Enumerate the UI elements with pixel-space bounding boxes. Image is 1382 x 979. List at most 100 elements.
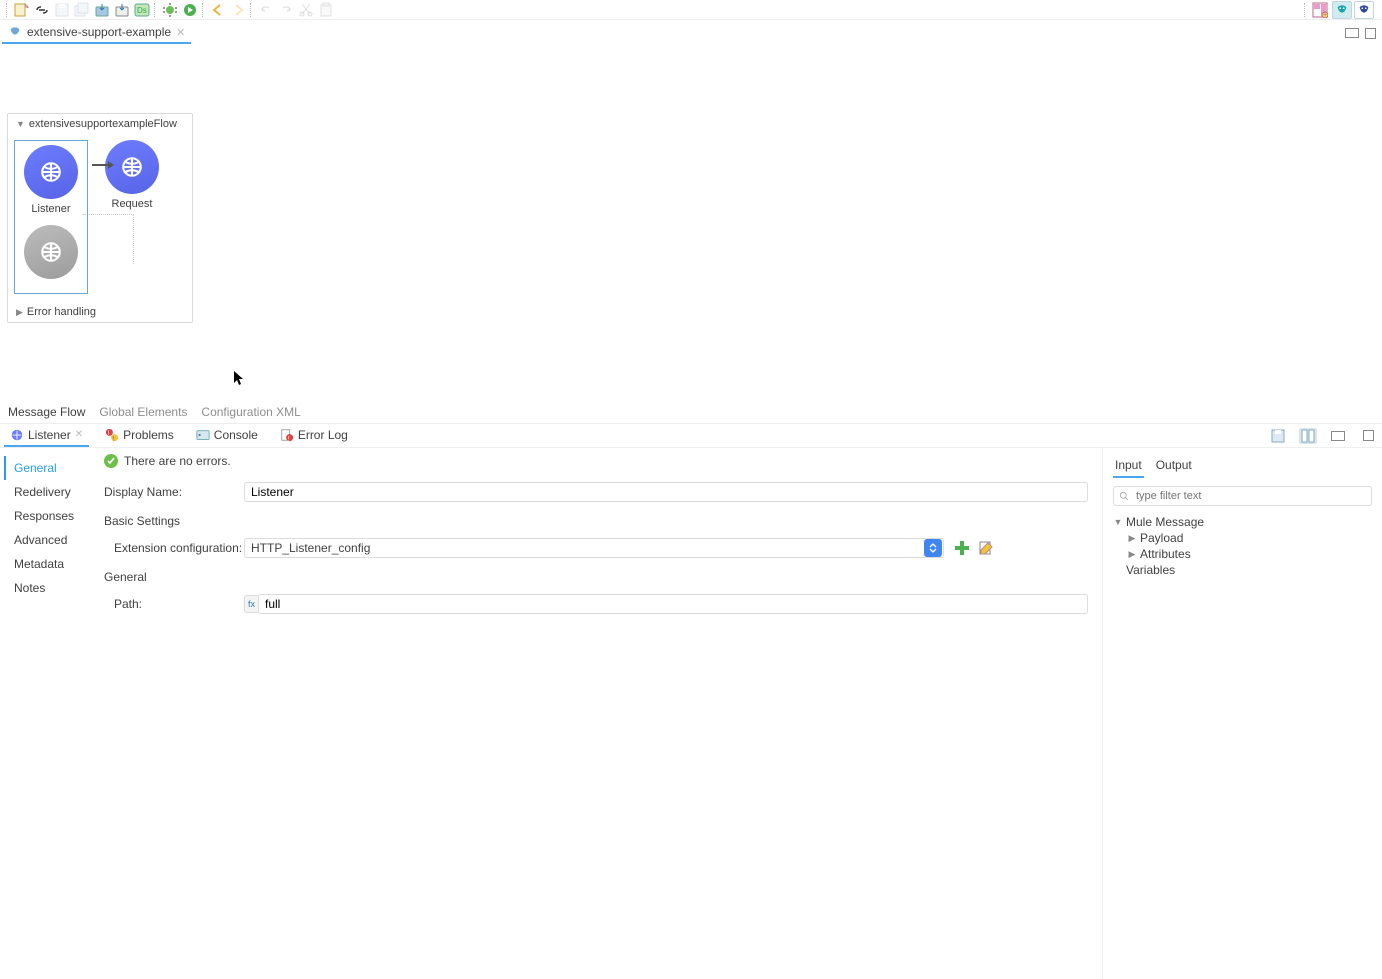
editor-bottom-tabs: Message Flow Global Elements Configurati… [0, 401, 1382, 423]
sidenav-advanced[interactable]: Advanced [4, 528, 86, 552]
mule-http-icon [24, 145, 78, 199]
node-listener[interactable]: Listener [19, 145, 83, 215]
export-archive-button[interactable] [113, 1, 131, 19]
view-tab-console[interactable]: Console [190, 425, 264, 447]
sidenav-metadata[interactable]: Metadata [4, 552, 86, 576]
run-dropdown-button[interactable] [181, 1, 199, 19]
perspective-mule-design[interactable] [1332, 1, 1352, 19]
sidenav-responses[interactable]: Responses [4, 504, 86, 528]
tree-label: Variables [1126, 563, 1175, 577]
ds-button[interactable]: Ds [133, 1, 151, 19]
maximize-view-button[interactable] [1365, 28, 1376, 39]
minimize-view-button[interactable] [1345, 28, 1359, 38]
status-row: There are no errors. [104, 454, 1088, 468]
editor-tab-label: extensive-support-example [27, 25, 171, 39]
paste-button[interactable] [317, 1, 335, 19]
node-placeholder[interactable] [19, 225, 83, 279]
expand-icon[interactable]: ▶ [1127, 533, 1137, 544]
input-display-name[interactable] [244, 482, 1088, 502]
io-filter[interactable] [1113, 486, 1372, 506]
tree-row-mule-message[interactable]: ▼ Mule Message [1113, 514, 1372, 530]
sidenav-general[interactable]: General [4, 456, 86, 480]
section-basic-settings: Basic Settings [104, 514, 1088, 528]
tree-row-attributes[interactable]: ▶ Attributes [1113, 546, 1372, 562]
view-tab-listener[interactable]: Listener ✕ [4, 425, 89, 447]
debug-dropdown-button[interactable] [161, 1, 179, 19]
flow-name: extensivesupportexampleFlow [29, 118, 177, 130]
tab-global-elements[interactable]: Global Elements [99, 405, 187, 419]
add-config-button[interactable] [954, 540, 970, 556]
lower-tabbar: Listener ✕ !! Problems Console ! Error L… [0, 424, 1382, 448]
tree-label: Attributes [1140, 547, 1191, 561]
maximize-lower-button[interactable] [1359, 428, 1377, 444]
expand-icon[interactable]: ▶ [1127, 549, 1137, 560]
edit-config-button[interactable] [978, 540, 994, 556]
export-jar-button[interactable] [93, 1, 111, 19]
minimize-lower-button[interactable] [1329, 428, 1347, 444]
row-ext-config: Extension configuration: HTTP_Listener_c… [104, 538, 1088, 558]
open-perspective-button[interactable]: + [1311, 1, 1329, 19]
path-field-wrapper: fx [244, 594, 1088, 614]
flow-canvas[interactable]: ▼ extensivesupportexampleFlow Listener [0, 46, 1382, 401]
console-icon [196, 428, 210, 442]
redo-button[interactable] [277, 1, 295, 19]
toolbar-separator [6, 3, 10, 17]
toolbar-separator [1304, 3, 1308, 17]
flow-source-box[interactable]: Listener [14, 140, 88, 294]
nav-back-button[interactable] [209, 1, 227, 19]
properties-form: There are no errors. Display Name: Basic… [90, 448, 1102, 979]
io-filter-input[interactable] [1134, 489, 1367, 503]
view-tab-errorlog[interactable]: ! Error Log [274, 425, 354, 447]
close-icon[interactable]: ✕ [75, 429, 83, 440]
editor-tab-active[interactable]: extensive-support-example ✕ [2, 22, 191, 44]
view-tab-listener-label: Listener [28, 428, 71, 442]
flow-arrow [92, 164, 112, 166]
io-tab-input[interactable]: Input [1113, 454, 1144, 478]
chevron-updown-icon [924, 539, 942, 557]
view-tab-problems-label: Problems [123, 428, 174, 442]
cut-button[interactable] [297, 1, 315, 19]
link-button[interactable] [33, 1, 51, 19]
collapse-icon[interactable]: ▼ [1113, 517, 1123, 527]
undo-button[interactable] [257, 1, 275, 19]
flow-process-line [82, 214, 134, 264]
close-icon[interactable]: ✕ [176, 26, 185, 39]
expand-icon[interactable]: ▶ [16, 307, 23, 318]
sidenav-notes[interactable]: Notes [4, 576, 86, 600]
toolbar-separator [250, 3, 254, 17]
lower-body: General Redelivery Responses Advanced Me… [0, 448, 1382, 979]
tree-row-payload[interactable]: ▶ Payload [1113, 530, 1372, 546]
view-tab-problems[interactable]: !! Problems [99, 425, 180, 447]
new-dropdown-button[interactable] [13, 1, 31, 19]
save-view-button[interactable] [1269, 428, 1287, 444]
flow-error-label: Error handling [27, 306, 96, 318]
io-tab-output[interactable]: Output [1154, 454, 1194, 478]
nav-fwd-button[interactable] [229, 1, 247, 19]
flow-container[interactable]: ▼ extensivesupportexampleFlow Listener [7, 113, 193, 323]
save-all-button[interactable] [73, 1, 91, 19]
select-ext-config[interactable]: HTTP_Listener_config [244, 538, 944, 558]
flow-header[interactable]: ▼ extensivesupportexampleFlow [8, 114, 192, 134]
flow-body: Listener Request [8, 134, 192, 302]
svg-text:Ds: Ds [137, 6, 147, 15]
status-text: There are no errors. [124, 454, 231, 468]
tree-row-variables[interactable]: Variables [1113, 562, 1372, 578]
input-path[interactable] [258, 594, 1088, 614]
select-ext-config-value: HTTP_Listener_config [251, 541, 370, 555]
collapse-icon[interactable]: ▼ [16, 119, 25, 129]
sidenav-redelivery[interactable]: Redelivery [4, 480, 86, 504]
toggle-metadata-button[interactable] [1299, 428, 1317, 444]
lower-views: Listener ✕ !! Problems Console ! Error L… [0, 423, 1382, 979]
tab-message-flow[interactable]: Message Flow [8, 405, 85, 419]
node-request[interactable]: Request [100, 140, 164, 264]
ext-config-actions [954, 540, 994, 556]
perspective-mule-debug[interactable] [1354, 1, 1374, 19]
expression-mode-toggle[interactable]: fx [244, 595, 258, 613]
tab-config-xml[interactable]: Configuration XML [201, 405, 300, 419]
perspective-switcher [1330, 1, 1374, 19]
tree-label: Mule Message [1126, 515, 1204, 529]
mule-http-icon [10, 428, 24, 442]
flow-error-section[interactable]: ▶ Error handling [8, 302, 192, 322]
io-tree: ▼ Mule Message ▶ Payload ▶ Attributes Va… [1113, 514, 1372, 578]
save-button[interactable] [53, 1, 71, 19]
